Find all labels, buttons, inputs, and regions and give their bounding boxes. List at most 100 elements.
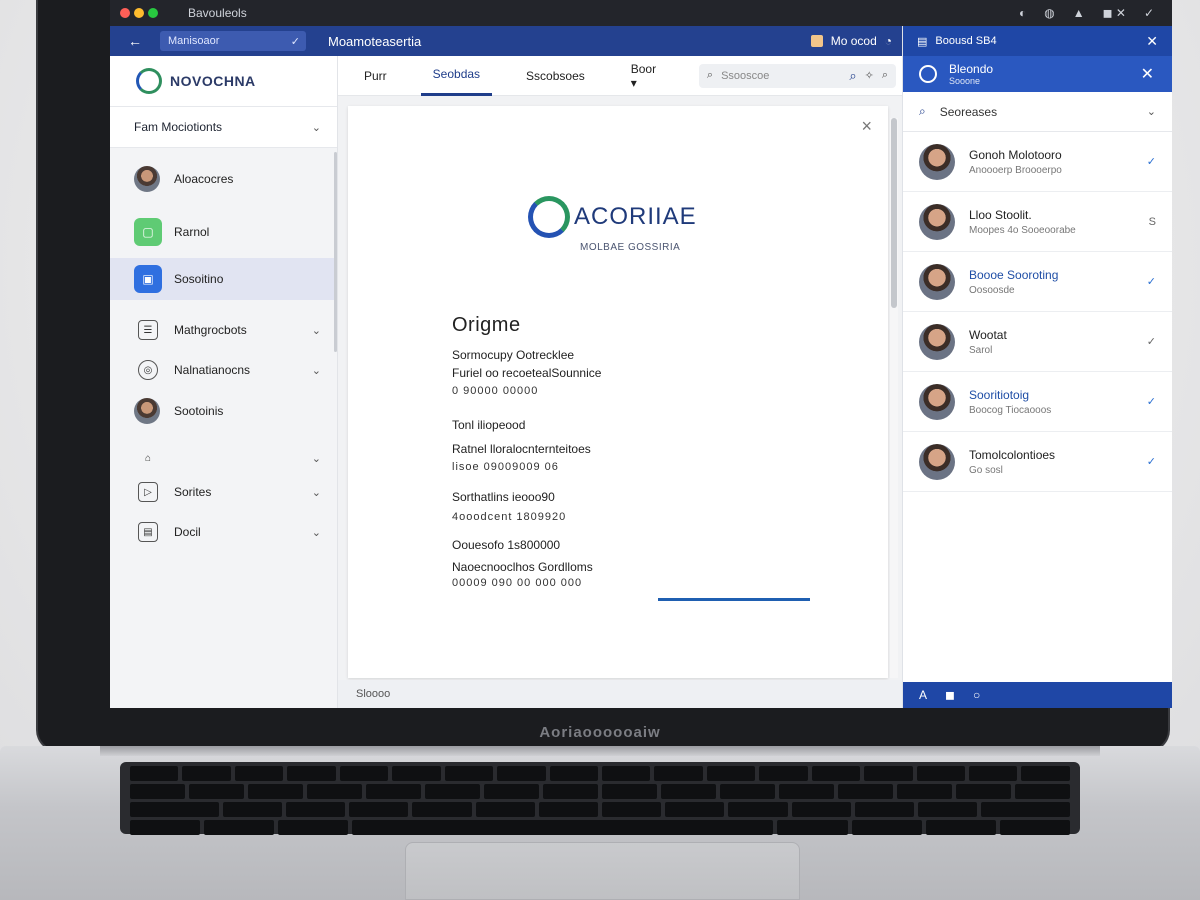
brand-name: ACORIIAE	[574, 203, 697, 230]
status-icon-5[interactable]: ✓	[1144, 6, 1154, 20]
menubar-status-icons: ◐ ◍ ▲ ◼ ✕ ✓	[1019, 6, 1154, 20]
minimize-dot-icon[interactable]	[134, 8, 144, 18]
chevron-down-icon: ⌄	[311, 121, 321, 134]
contact-action-icon[interactable]: ✓	[1147, 155, 1156, 168]
logo-mark-icon	[136, 68, 162, 94]
main-scrollbar[interactable]	[890, 118, 898, 678]
panel-doc-icon: ▤	[917, 35, 928, 48]
contact-status: Go sosl	[969, 464, 1003, 476]
address-check-icon[interactable]: ✓	[291, 35, 300, 48]
panel-top-label: Boousd SB4	[935, 35, 997, 47]
sidebar-item-0[interactable]: Aloacocres	[110, 150, 337, 208]
avatar	[134, 166, 160, 192]
contact-text: Wootat Sarol	[969, 328, 1007, 356]
back-arrow-icon[interactable]: ←	[110, 33, 160, 49]
panel-search-label: Seoreases	[939, 104, 998, 119]
status-icon-1[interactable]: ◐	[1019, 6, 1026, 20]
search-box[interactable]: ⌕ Ssooscoe ⌕ ✧ ⌕	[698, 63, 896, 88]
chevron-down-icon: ⌄	[311, 452, 321, 465]
scrollbar-thumb[interactable]	[891, 118, 897, 308]
contact-item[interactable]: Boooe Sooroting Oosoosde ✓	[903, 252, 1172, 312]
sidebar-logo[interactable]: NOVOCHNA	[110, 56, 337, 106]
doc-line: 4ooodcent 1809920	[452, 511, 567, 523]
doc-section-title: Tonl iliopeood	[452, 418, 526, 432]
team-selector[interactable]: Fam Mociotionts ⌄	[110, 106, 337, 148]
close-icon[interactable]: ✕	[1146, 33, 1158, 50]
contact-item[interactable]: Lloo Stoolit. Moopes 4o Sooeoorabe S	[903, 192, 1172, 252]
tab-1[interactable]: Seobdas	[420, 56, 493, 96]
panel-title: Bleondo	[949, 62, 994, 76]
key-row	[130, 784, 1070, 799]
close-icon[interactable]: ×	[861, 116, 872, 137]
contact-action-icon[interactable]: ✓	[1147, 455, 1156, 468]
window-title: Bavouleols	[188, 6, 247, 20]
tab-3[interactable]: Boor ▾	[619, 56, 677, 96]
contact-name: Boooe Sooroting	[969, 267, 1059, 282]
header-settings-icon[interactable]: ◔	[885, 34, 892, 48]
document-heading: Origme	[452, 314, 521, 336]
chevron-down-icon: ⌄	[311, 324, 321, 337]
zoom-icon[interactable]: ⌕	[882, 69, 888, 82]
grid-icon: ☰	[138, 320, 158, 340]
status-icon-2[interactable]: ◍	[1044, 6, 1054, 20]
chevron-down-icon: ⌄	[311, 486, 321, 499]
status-icon-3[interactable]: ▲	[1073, 6, 1085, 20]
sidebar-item-8[interactable]: ▤ Docil ⌄	[110, 504, 337, 560]
sidebar: NOVOCHNA Fam Mociotionts ⌄ Aloacocres ▢ …	[110, 56, 338, 708]
footer-icon-2[interactable]: ◼	[945, 688, 955, 702]
contact-action-icon[interactable]: ✓	[1147, 275, 1156, 288]
globe-icon: ◎	[138, 360, 158, 380]
sidebar-item-label: Docil	[174, 525, 201, 539]
calendar-icon[interactable]	[810, 35, 823, 47]
logo-text: NOVOCHNA	[170, 73, 256, 89]
contact-item[interactable]: Gonoh Molotooro Anoooerp Broooerpo ✓	[903, 132, 1172, 192]
header-right-text[interactable]: Mo ocod	[831, 34, 877, 48]
footer-icon-1[interactable]: A	[919, 688, 927, 702]
sidebar-item-5[interactable]: Sootoinis	[110, 386, 337, 436]
laptop-brand-label: Aoriaoooooaiw	[539, 724, 661, 741]
avatar	[134, 398, 160, 424]
contact-action-icon[interactable]: S	[1149, 216, 1156, 228]
tab-0[interactable]: Purr	[352, 56, 399, 96]
sidebar-item-label: Sosoitino	[174, 272, 224, 286]
panel-top-bar: ▤ Boousd SB4 ✕	[903, 26, 1172, 56]
sidebar-item-7[interactable]: ▷ Sorites ⌄	[110, 480, 337, 504]
document-brand: ACORIIAE	[528, 196, 697, 238]
doc-line: 00009 090 00 000 000	[452, 577, 583, 589]
team-label: Fam Mociotionts	[134, 120, 223, 134]
chevron-down-icon: ⌄	[311, 364, 321, 377]
close-dot-icon[interactable]	[120, 8, 130, 18]
close-icon[interactable]: ✕	[1141, 64, 1154, 84]
contact-name: Lloo Stoolit.	[969, 207, 1032, 222]
status-icon-4[interactable]: ◼ ✕	[1103, 6, 1126, 20]
panel-search[interactable]: ⌕ Seoreases ⌄	[903, 92, 1172, 132]
contact-action-icon[interactable]: ✓	[1147, 335, 1156, 348]
doc-line: Sorthatlins ieooo90	[452, 490, 555, 504]
brand-logo-icon	[528, 196, 570, 238]
doc-line: Oouesofo 1s800000	[452, 538, 561, 552]
footer-icon-3[interactable]: ○	[973, 688, 980, 702]
sidebar-item-6[interactable]: ⌂ ⌄	[110, 436, 337, 480]
sidebar-item-3[interactable]: ☰ Mathgrocbots ⌄	[110, 306, 337, 354]
sidebar-item-2[interactable]: ▣ Sosoitino	[110, 258, 337, 300]
contact-item[interactable]: Wootat Sarol ✓	[903, 312, 1172, 372]
sidebar-item-4[interactable]: ◎ Nalnatianocns ⌄	[110, 354, 337, 386]
sidebar-item-label: Nalnatianocns	[174, 363, 251, 377]
address-field[interactable]: Manisoaor ✓	[160, 31, 306, 51]
address-text: Manisoaor	[168, 35, 220, 47]
laptop-screen: Bavouleols ◐ ◍ ▲ ◼ ✕ ✓ ← Manisoaor ✓ Moa…	[110, 0, 1172, 708]
sidebar-item-1[interactable]: ▢ Rarnol	[110, 208, 337, 256]
contact-action-icon[interactable]: ✓	[1147, 395, 1156, 408]
contact-item[interactable]: Sooritiotoig Boocog Tiocaooos ✓	[903, 372, 1172, 432]
main-area: Purr Seobdas Sscobsoes Boor ▾ ⌕ Ssooscoe…	[338, 56, 902, 708]
contact-status: Oosoosde	[969, 284, 1015, 296]
filter-icon[interactable]: ✧	[865, 69, 874, 82]
zoom-dot-icon[interactable]	[148, 8, 158, 18]
app-header: ← Manisoaor ✓ Moamoteasertia Mo ocod ◔	[110, 26, 902, 56]
search-submit-icon[interactable]: ⌕	[849, 68, 856, 84]
search-input[interactable]: Ssooscoe	[721, 70, 841, 82]
contact-item[interactable]: Tomolcolontioes Go sosl ✓	[903, 432, 1172, 492]
tab-2[interactable]: Sscobsoes	[514, 56, 597, 96]
doc-line: lisoe 09009009 06	[452, 461, 559, 473]
sidebar-scrollbar[interactable]	[334, 152, 337, 352]
